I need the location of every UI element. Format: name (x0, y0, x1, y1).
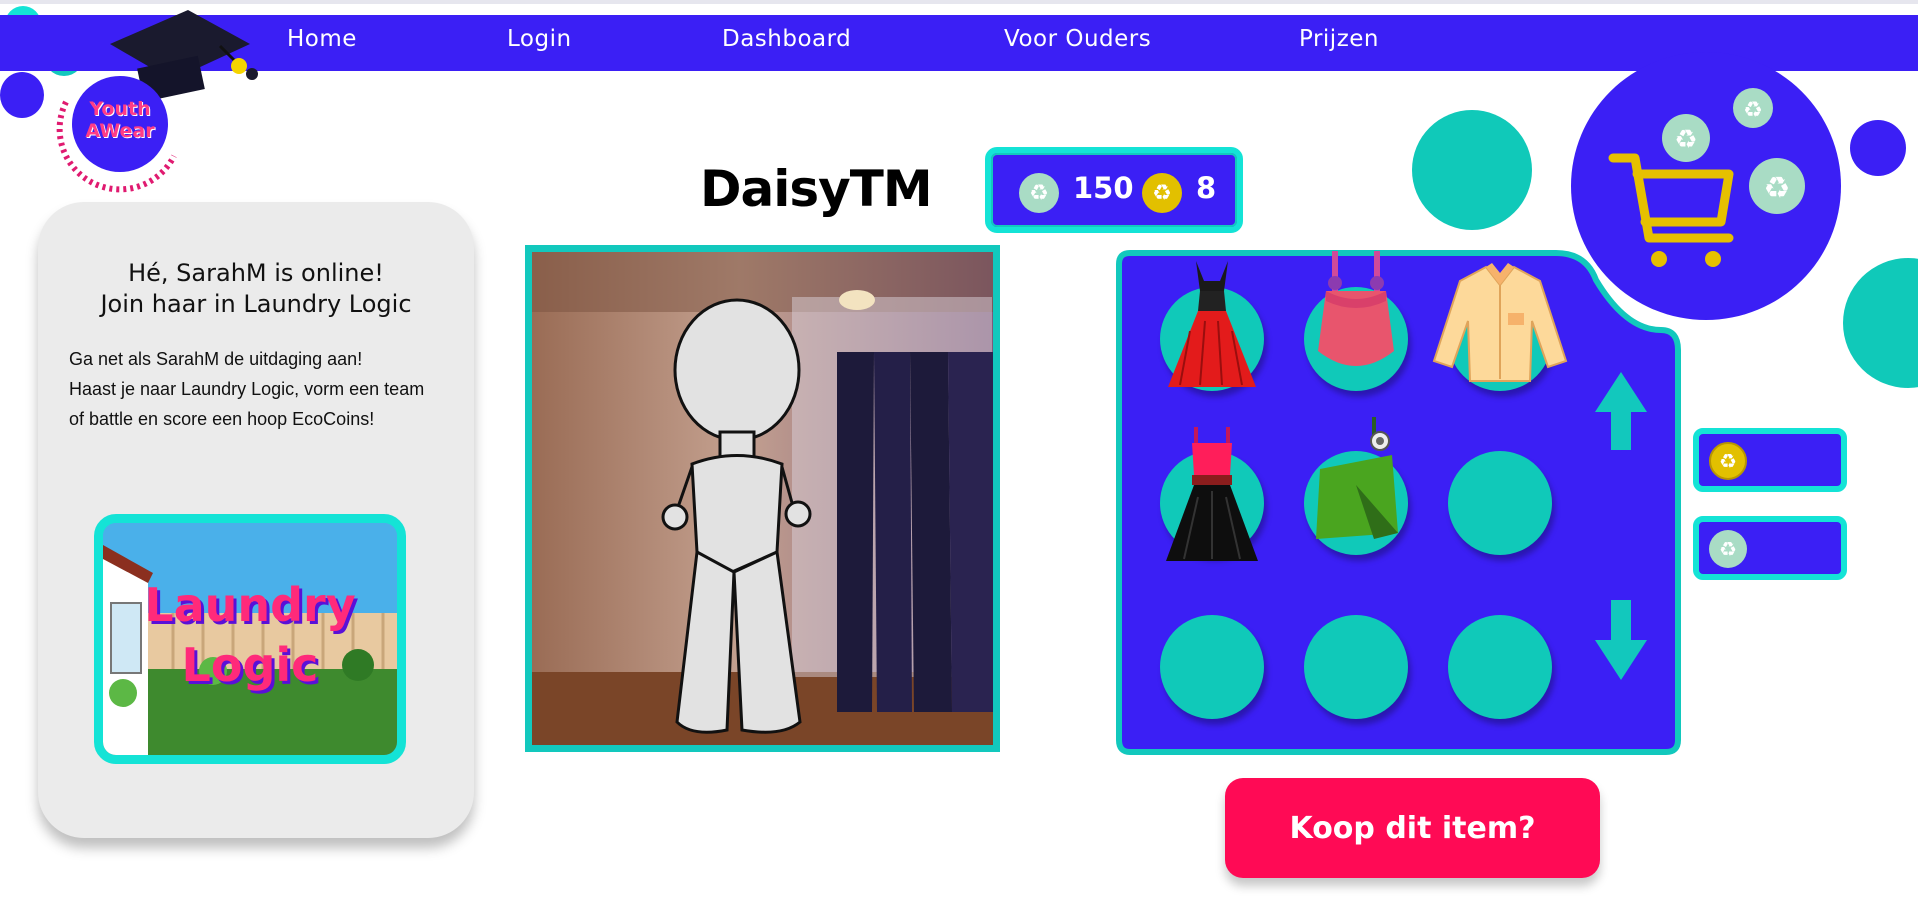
deco-circle (1412, 110, 1532, 230)
wardrobe-slot-empty-8[interactable] (1304, 615, 1408, 719)
yellow-blouse-icon (1432, 263, 1568, 382)
avatar-preview (525, 245, 1000, 752)
gold-recycle-icon: ♻ (1709, 442, 1747, 480)
green-coin-filter[interactable]: ♻ (1693, 516, 1847, 580)
promo-text-line2: Haast je naar Laundry Logic, vorm een te… (69, 379, 425, 399)
gold-recycle-icon: ♻ (1142, 173, 1182, 213)
nav-prijzen[interactable]: Prijzen (1299, 26, 1379, 52)
coin-balance: ♻ 150 ♻ 8 (985, 147, 1243, 233)
top-border (0, 0, 1918, 4)
svg-text:♻: ♻ (1764, 171, 1791, 206)
shopping-cart[interactable]: ♻ ♻ ♻ (1571, 52, 1841, 320)
deco-circle (1843, 258, 1918, 388)
svg-text:♻: ♻ (1674, 125, 1697, 155)
promo-title-line1: Hé, SarahM is online! (128, 259, 384, 287)
promo-title: Hé, SarahM is online! Join haar in Laund… (38, 258, 474, 320)
green-coin-count: 150 (1073, 171, 1134, 205)
promo-title-line2: Join haar in Laundry Logic (100, 290, 412, 318)
wardrobe-slot-yellow-blouse[interactable] (1432, 263, 1568, 391)
youth-awear-logo[interactable]: Youth AWear (44, 60, 184, 200)
deco-circle (1850, 120, 1906, 176)
gold-coin-filter[interactable]: ♻ (1693, 428, 1847, 492)
pink-top-icon (1318, 251, 1394, 366)
username-heading: DaisyTM (700, 160, 933, 218)
wardrobe-panel (1116, 250, 1681, 755)
deco-circle (0, 72, 44, 118)
game-title-word1: Laundry (144, 578, 356, 632)
wardrobe-slot-empty-6[interactable] (1448, 451, 1552, 555)
wardrobe-slot-red-dress[interactable] (1160, 261, 1264, 391)
wardrobe-slot-pink-top[interactable] (1304, 251, 1408, 391)
promo-text: Ga net als SarahM de uitdaging aan! Haas… (69, 344, 459, 434)
game-title: Laundry Logic (103, 575, 397, 695)
nav-home[interactable]: Home (287, 26, 357, 52)
laundry-logic-game-card[interactable]: Laundry Logic (94, 514, 406, 764)
scroll-down-arrow-icon[interactable] (1593, 598, 1649, 682)
promo-text-line3: of battle en score een hoop EcoCoins! (69, 409, 375, 429)
svg-text:♻: ♻ (1743, 98, 1763, 123)
promo-panel: Hé, SarahM is online! Join haar in Laund… (38, 202, 474, 838)
red-dress-icon (1168, 261, 1256, 387)
red-black-dress-icon (1166, 427, 1258, 561)
nav-dashboard[interactable]: Dashboard (722, 26, 851, 52)
avatar-scene (532, 252, 993, 745)
green-top-icon (1316, 417, 1398, 539)
wardrobe-slot-red-black-dress[interactable] (1160, 427, 1264, 561)
promo-text-line1: Ga net als SarahM de uitdaging aan! (69, 349, 363, 369)
gold-coin-count: 8 (1196, 171, 1217, 205)
scroll-up-arrow-icon[interactable] (1593, 370, 1649, 454)
recycle-icon: ♻ (1709, 530, 1747, 568)
logo-line2: AWear (85, 120, 155, 142)
wardrobe-slot-empty-7[interactable] (1160, 615, 1264, 719)
cart-icon: ♻ ♻ ♻ (1608, 88, 1805, 267)
logo-line1: Youth (89, 98, 151, 120)
wardrobe-slot-green-top[interactable] (1304, 417, 1408, 555)
logo-text: Youth AWear (72, 98, 168, 142)
buy-item-button[interactable]: Koop dit item? (1225, 778, 1600, 878)
nav-voor-ouders[interactable]: Voor Ouders (1004, 26, 1151, 52)
nav-login[interactable]: Login (507, 26, 572, 52)
wardrobe-slot-empty-9[interactable] (1448, 615, 1552, 719)
recycle-icon: ♻ (1019, 173, 1059, 213)
game-title-word2: Logic (181, 638, 319, 692)
